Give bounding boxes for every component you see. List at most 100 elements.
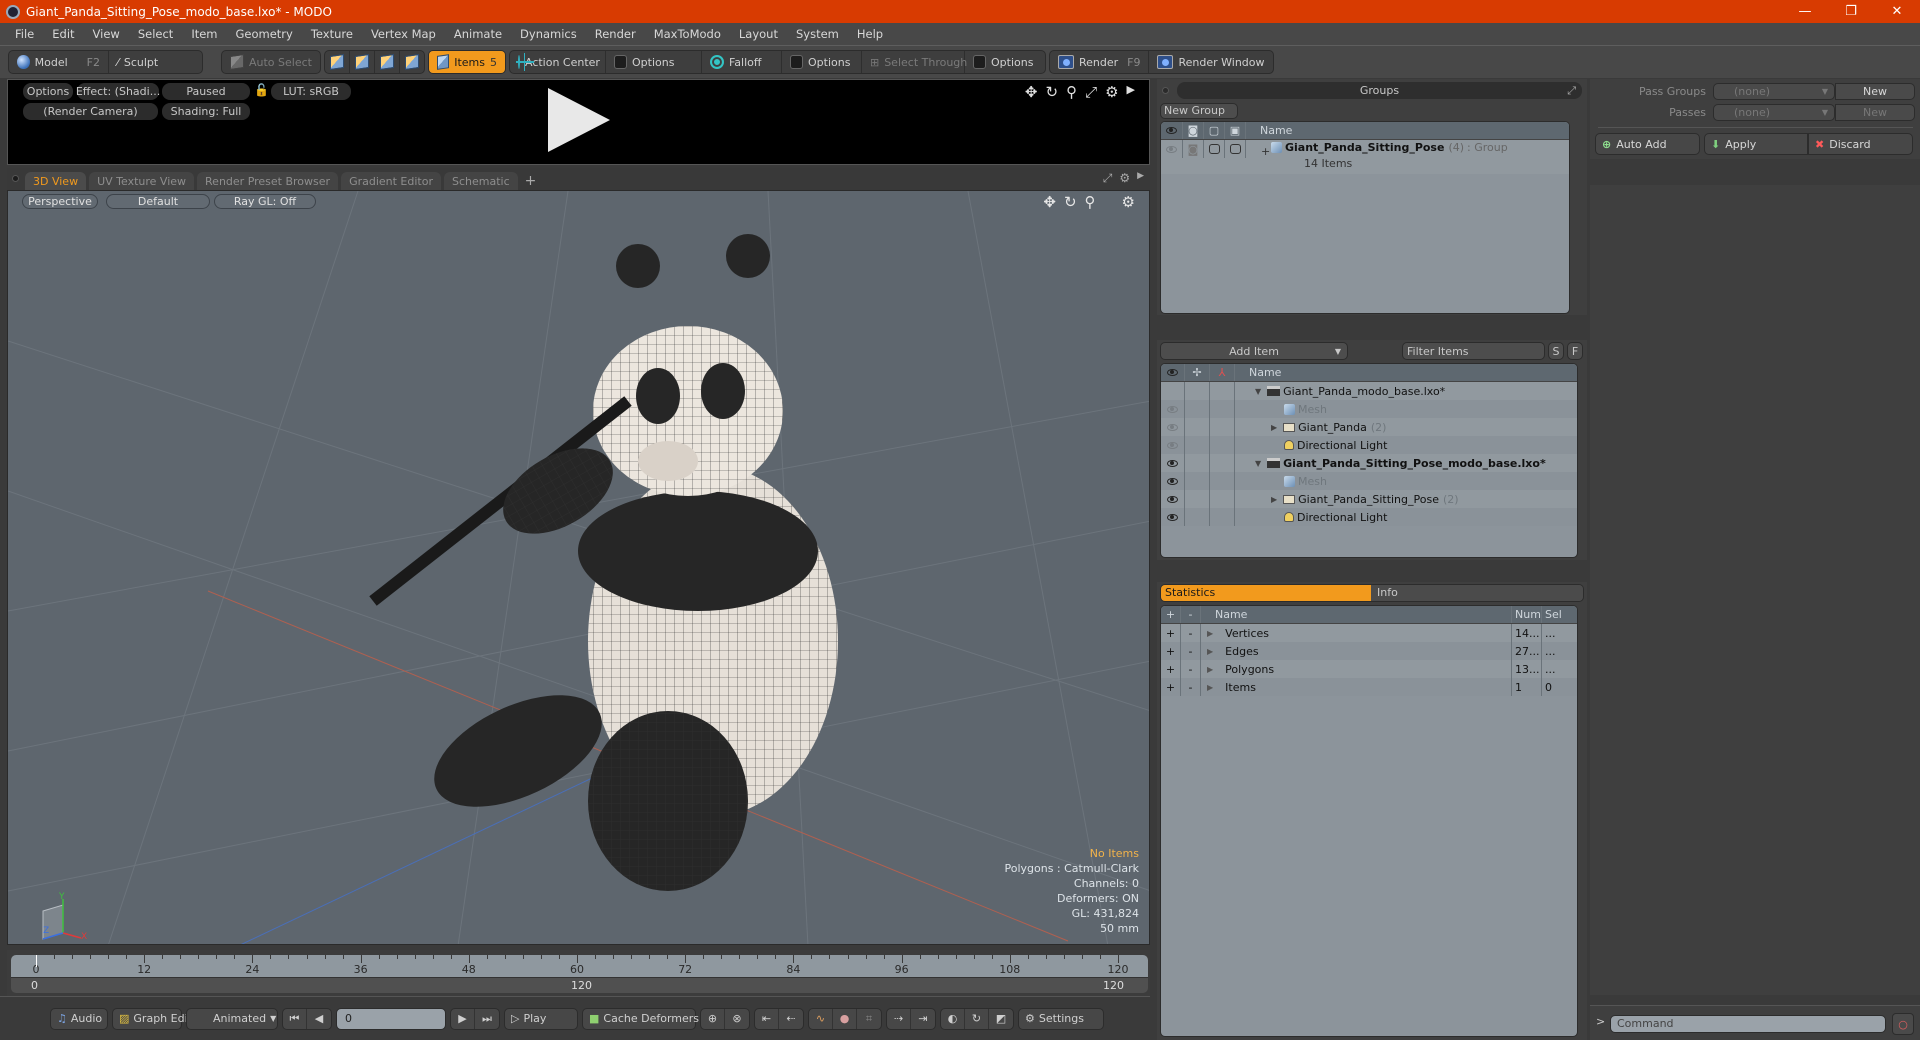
key-channel-icon[interactable]: ⌗	[857, 1009, 881, 1029]
edges-mode-button[interactable]	[350, 51, 375, 73]
menu-maxtomodo[interactable]: MaxToModo	[645, 27, 730, 41]
tab-uv-texture-view[interactable]: UV Texture View	[89, 172, 195, 190]
last-key-icon[interactable]: ⇥	[911, 1009, 935, 1029]
key-copy-icon[interactable]: ◩	[989, 1009, 1013, 1029]
shading-dropdown[interactable]: Shading: Full	[162, 103, 250, 120]
stats-row[interactable]: + - ▶ Items 1 0	[1161, 678, 1577, 696]
filter-s-button[interactable]: S	[1548, 342, 1564, 360]
item-list-row[interactable]: ▶ Giant_Panda (2)	[1161, 418, 1577, 436]
name-column-header[interactable]: Name	[1201, 606, 1512, 623]
action-center-button[interactable]: Action Center	[510, 51, 606, 73]
panel-dot[interactable]	[12, 175, 19, 182]
subtab-info[interactable]: Info	[1371, 585, 1583, 601]
key-export-icon[interactable]: ⊕	[701, 1008, 725, 1029]
lut-dropdown[interactable]: LUT: sRGB	[271, 83, 351, 100]
collapse-row-button[interactable]: -	[1181, 642, 1201, 660]
gear-icon[interactable]: ⚙	[1105, 83, 1118, 101]
preview-effect-dropdown[interactable]: Effect: (Shadi...	[76, 83, 160, 100]
command-history-icon[interactable]: ○	[1892, 1013, 1914, 1035]
visibility-toggle[interactable]	[1161, 472, 1185, 490]
visibility-toggle[interactable]	[1161, 382, 1185, 400]
visibility-toggle[interactable]	[1161, 508, 1185, 526]
next-frame-icon[interactable]: ▶	[451, 1008, 475, 1029]
pivot-column-header[interactable]: ✢	[1185, 364, 1210, 381]
filter-items-input[interactable]: Filter Items	[1402, 342, 1545, 360]
passes-dropdown[interactable]: (none) ▼	[1713, 104, 1835, 121]
raygl-dropdown[interactable]: Ray GL: Off	[214, 194, 316, 209]
preview-pause-button[interactable]: Paused	[162, 83, 250, 100]
group-lock-toggle[interactable]	[1204, 140, 1225, 158]
panel-dot[interactable]	[1162, 87, 1169, 94]
pan-icon[interactable]: ✥	[1043, 193, 1056, 211]
3d-viewport[interactable]: Perspective Default Ray GL: Off ✥ ↻ ⚲ ⚙ …	[7, 190, 1150, 945]
menu-dynamics[interactable]: Dynamics	[511, 27, 586, 41]
rotate-icon[interactable]: ↻	[1064, 193, 1077, 211]
collapse-arrow-icon[interactable]: ▼	[1255, 459, 1261, 468]
falloff-button[interactable]: Falloff	[702, 51, 782, 73]
maximize-icon[interactable]: ⤢	[1567, 82, 1576, 99]
items-mode-button[interactable]: Items 5	[428, 51, 505, 73]
expand-row-button[interactable]: +	[1161, 624, 1181, 642]
action-center-options-button[interactable]: Options	[606, 51, 702, 73]
collapse-row-button[interactable]: -	[1181, 624, 1201, 642]
collapse-row-button[interactable]: -	[1181, 678, 1201, 696]
command-input[interactable]: Command	[1610, 1015, 1886, 1033]
collapse-row-button[interactable]: -	[1181, 660, 1201, 678]
prev-key-first-icon[interactable]: ⇤	[755, 1008, 779, 1029]
stats-row[interactable]: + - ▶ Polygons 13......	[1161, 660, 1577, 678]
item-list-row[interactable]: Mesh	[1161, 472, 1577, 490]
graph-editor-button[interactable]: ▨ Graph Editor	[112, 1007, 203, 1030]
arrow-right-icon[interactable]: ▶	[1127, 83, 1135, 101]
vertices-mode-button[interactable]	[325, 51, 350, 73]
key-loop-icon[interactable]: ↻	[965, 1008, 989, 1029]
visibility-toggle[interactable]	[1161, 436, 1185, 454]
auto-add-button[interactable]: ⊕ Auto Add	[1595, 133, 1700, 155]
settings-button[interactable]: ⚙ Settings	[1018, 1007, 1104, 1030]
lock-column-header[interactable]: ▢	[1204, 122, 1225, 139]
timeline-range-bar[interactable]: 0 120 120	[11, 977, 1148, 993]
item-list-row[interactable]: Directional Light	[1161, 436, 1577, 454]
projection-dropdown[interactable]: Perspective	[22, 194, 98, 209]
visibility-toggle[interactable]	[1161, 454, 1185, 472]
tab-gradient-editor[interactable]: Gradient Editor	[341, 172, 441, 190]
new-group-button[interactable]: New Group	[1160, 103, 1238, 119]
menu-file[interactable]: File	[6, 27, 43, 41]
visibility-column-header[interactable]	[1161, 364, 1185, 381]
expand-arrow-icon[interactable]: ▶	[1207, 683, 1213, 692]
menu-geometry[interactable]: Geometry	[227, 27, 302, 41]
prev-key-icon[interactable]: ⇠	[779, 1009, 803, 1029]
expand-arrow-icon[interactable]: ▶	[1207, 647, 1213, 656]
maximize-icon[interactable]: ⤢	[1085, 83, 1097, 101]
expand-arrow-icon[interactable]: ▶	[1271, 423, 1277, 432]
menu-view[interactable]: View	[84, 27, 129, 41]
select-column-header[interactable]: ▣	[1225, 122, 1246, 139]
group-render-toggle[interactable]: ◙	[1183, 140, 1204, 158]
expand-all-header[interactable]: +	[1161, 606, 1181, 623]
group-row[interactable]: ◙ + Giant_Panda_Sitting_Pose (4) : Group…	[1161, 140, 1569, 174]
item-list-row[interactable]: ▼ Giant_Panda_modo_base.lxo*	[1161, 382, 1577, 400]
expand-row-button[interactable]: +	[1161, 678, 1181, 696]
menu-system[interactable]: System	[787, 27, 848, 41]
menu-layout[interactable]: Layout	[730, 27, 787, 41]
select-through-button[interactable]: ⊞ Select Through	[862, 51, 967, 73]
rotate-icon[interactable]: ↻	[1045, 83, 1058, 101]
visibility-toggle[interactable]	[1161, 490, 1185, 508]
visibility-toggle[interactable]	[1161, 400, 1185, 418]
name-column-header[interactable]: Name	[1246, 124, 1292, 137]
visibility-toggle[interactable]	[1161, 418, 1185, 436]
model-mode-button[interactable]: Model F2	[9, 51, 109, 73]
tab-schematic[interactable]: Schematic	[444, 172, 518, 190]
arrow-right-icon[interactable]: ▶	[1137, 171, 1144, 186]
key-import-icon[interactable]: ⊗	[725, 1009, 749, 1029]
axis-column-header[interactable]: ⅄	[1210, 364, 1235, 381]
auto-select-button[interactable]: Auto Select	[222, 51, 320, 73]
lock-icon[interactable]: 🔓	[254, 83, 269, 97]
apply-button[interactable]: ⬇ Apply	[1704, 133, 1808, 155]
preview-options-button[interactable]: Options	[23, 83, 73, 100]
item-list-row[interactable]: Mesh	[1161, 400, 1577, 418]
first-frame-icon[interactable]: ⏮	[283, 1008, 307, 1029]
current-frame-marker[interactable]	[36, 955, 37, 967]
menu-texture[interactable]: Texture	[302, 27, 362, 41]
key-select-icon[interactable]: ◐	[941, 1008, 965, 1029]
render-window-button[interactable]: Render Window	[1149, 51, 1272, 73]
